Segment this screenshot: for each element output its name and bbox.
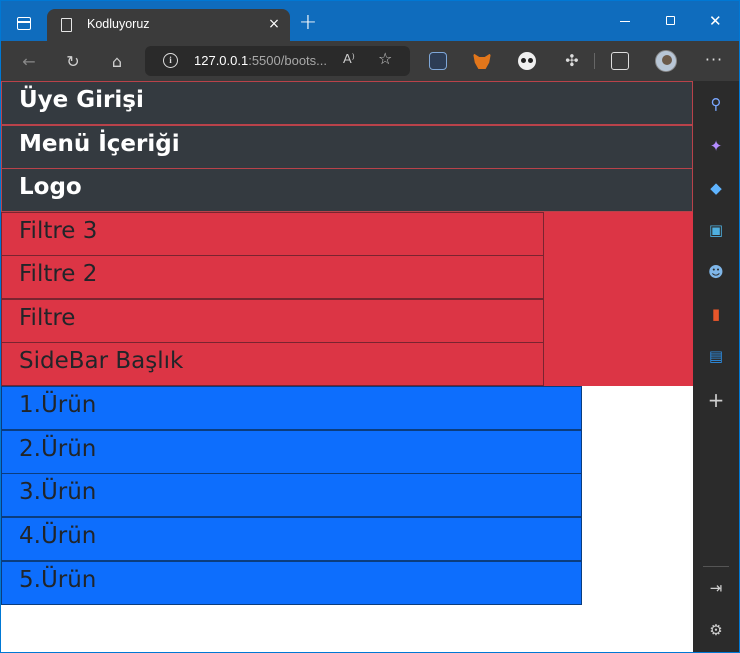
maximize-icon [666,16,675,25]
back-arrow-icon: ← [22,52,36,71]
browser-window: Kodluyoruz × + ✕ ← ↻ ⌂ i 127.0.0.1:5500/… [1,1,739,652]
nav-item-label: Logo [19,174,82,200]
site-info-icon[interactable]: i [163,53,178,68]
nav-item-label: Menü İçeriği [19,131,180,157]
refresh-button[interactable]: ↻ [60,49,86,75]
nav-item-uye-girisi[interactable]: Üye Girişi [1,81,693,125]
tools-icon[interactable]: ▣ [705,219,727,241]
filter-item-3[interactable]: Filtre 3 [1,212,544,256]
profile-avatar[interactable] [655,50,677,72]
search-icon[interactable]: ⚲ [705,93,727,115]
eyes-extension-icon[interactable] [518,52,536,70]
office-icon[interactable]: ▮ [705,303,727,325]
filter-item-label: Filtre [19,305,76,331]
add-favorite-icon[interactable]: ☆ [378,49,392,68]
address-bar[interactable]: i 127.0.0.1:5500/boots... A⁾ ☆ [145,46,410,76]
sidebar-title: SideBar Başlık [1,342,544,386]
url-host: 127.0.0.1 [194,53,249,68]
hide-sidebar-icon[interactable]: ⇥ [705,577,727,599]
tab-close-icon[interactable]: × [265,14,283,34]
collections-icon[interactable] [611,52,629,70]
settings-icon[interactable]: ⚙ [705,619,727,641]
side-panel: ⚲ ✦ ◆ ▣ ☻ ▮ ▤ + ⇥ ⚙ [693,81,739,652]
copilot-icon[interactable]: ✦ [705,135,727,157]
metamask-fox-icon[interactable] [473,53,491,69]
close-window-button[interactable]: ✕ [693,9,739,33]
media-extension-icon[interactable] [429,52,447,70]
product-label: 3.Ürün [19,479,97,505]
title-bar: Kodluyoruz × + ✕ [1,1,739,41]
filter-item-label: Filtre 2 [19,261,98,287]
product-row-2[interactable]: 2.Ürün [1,430,582,474]
filter-item-label: Filtre 3 [19,218,98,244]
product-row-1[interactable]: 1.Ürün [1,386,582,430]
maximize-button[interactable] [647,9,693,33]
filter-item-1[interactable]: Filtre [1,299,544,343]
product-label: 2.Ürün [19,436,97,462]
back-button[interactable]: ← [16,49,42,75]
extensions-puzzle-icon[interactable]: ✣ [563,52,581,70]
tab-actions-icon[interactable] [17,17,31,30]
url-path: :5500/boots... [248,53,327,68]
sidebar-filter-section: Filtre 3 Filtre 2 Filtre SideBar Başlık [1,212,693,386]
settings-more-icon[interactable]: ··· [701,49,727,75]
side-panel-divider [703,566,729,567]
url-text[interactable]: 127.0.0.1:5500/boots... [194,53,327,68]
toolbar-divider [594,53,595,69]
nav-item-label: Üye Girişi [19,87,144,113]
filter-item-2[interactable]: Filtre 2 [1,255,544,299]
product-label: 4.Ürün [19,523,97,549]
close-icon: ✕ [709,12,722,30]
product-row-5[interactable]: 5.Ürün [1,561,582,605]
tab-kodluyoruz[interactable]: Kodluyoruz × [47,9,290,41]
nav-item-logo[interactable]: Logo [1,168,693,212]
minimize-icon [620,21,630,22]
outlook-icon[interactable]: ▤ [705,345,727,367]
product-row-3[interactable]: 3.Ürün [1,473,582,517]
read-aloud-icon[interactable]: A⁾ [343,51,355,67]
nav-item-menu-icerigi[interactable]: Menü İçeriği [1,125,693,169]
home-button[interactable]: ⌂ [104,49,130,75]
product-row-4[interactable]: 4.Ürün [1,517,582,561]
minimize-button[interactable] [601,9,647,33]
sidebar-title-label: SideBar Başlık [19,348,184,374]
add-icon[interactable]: + [705,389,727,411]
games-icon[interactable]: ☻ [705,261,727,283]
page-viewport: Üye Girişi Menü İçeriği Logo Filtre 3 Fi… [1,81,693,652]
browser-toolbar: ← ↻ ⌂ i 127.0.0.1:5500/boots... A⁾ ☆ ✣ ·… [1,41,739,81]
product-label: 5.Ürün [19,567,97,593]
tab-title: Kodluyoruz [87,17,150,31]
product-label: 1.Ürün [19,392,97,418]
new-tab-button[interactable]: + [296,11,320,35]
page-document-icon [61,18,72,32]
home-icon: ⌂ [111,52,123,71]
shopping-tag-icon[interactable]: ◆ [705,177,727,199]
refresh-icon: ↻ [66,52,80,71]
